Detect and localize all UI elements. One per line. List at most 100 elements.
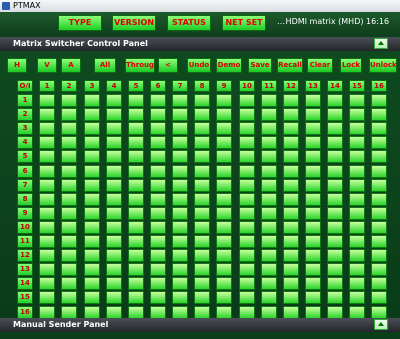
matrix-crosspoint-cell[interactable]: [349, 193, 365, 206]
matrix-crosspoint-cell[interactable]: [371, 263, 387, 276]
matrix-crosspoint-cell[interactable]: [305, 150, 321, 163]
matrix-crosspoint-cell[interactable]: [371, 221, 387, 234]
matrix-crosspoint-cell[interactable]: [349, 136, 365, 149]
matrix-crosspoint-cell[interactable]: [150, 235, 166, 248]
matrix-crosspoint-cell[interactable]: [39, 277, 55, 290]
function-button-v[interactable]: V: [37, 58, 57, 73]
matrix-crosspoint-cell[interactable]: [172, 207, 188, 220]
matrix-crosspoint-cell[interactable]: [128, 221, 144, 234]
matrix-crosspoint-cell[interactable]: [150, 165, 166, 178]
matrix-crosspoint-cell[interactable]: [106, 193, 122, 206]
matrix-crosspoint-cell[interactable]: [371, 235, 387, 248]
matrix-crosspoint-cell[interactable]: [106, 263, 122, 276]
matrix-crosspoint-cell[interactable]: [39, 263, 55, 276]
matrix-crosspoint-cell[interactable]: [61, 94, 77, 107]
matrix-crosspoint-cell[interactable]: [327, 263, 343, 276]
matrix-crosspoint-cell[interactable]: [150, 221, 166, 234]
input-column-header[interactable]: 2: [61, 80, 77, 92]
matrix-crosspoint-cell[interactable]: [216, 221, 232, 234]
matrix-crosspoint-cell[interactable]: [106, 150, 122, 163]
matrix-crosspoint-cell[interactable]: [172, 122, 188, 135]
matrix-crosspoint-cell[interactable]: [349, 277, 365, 290]
matrix-crosspoint-cell[interactable]: [305, 221, 321, 234]
matrix-crosspoint-cell[interactable]: [61, 165, 77, 178]
matrix-crosspoint-cell[interactable]: [172, 249, 188, 262]
matrix-crosspoint-cell[interactable]: [305, 193, 321, 206]
matrix-crosspoint-cell[interactable]: [349, 221, 365, 234]
input-column-header[interactable]: 1: [39, 80, 55, 92]
function-button-through[interactable]: Through: [125, 58, 155, 73]
matrix-crosspoint-cell[interactable]: [305, 179, 321, 192]
matrix-crosspoint-cell[interactable]: [239, 277, 255, 290]
matrix-crosspoint-cell[interactable]: [128, 207, 144, 220]
function-button-h[interactable]: H: [7, 58, 27, 73]
matrix-crosspoint-cell[interactable]: [239, 165, 255, 178]
input-column-header[interactable]: 10: [239, 80, 255, 92]
matrix-crosspoint-cell[interactable]: [61, 235, 77, 248]
matrix-crosspoint-cell[interactable]: [106, 291, 122, 304]
matrix-crosspoint-cell[interactable]: [305, 249, 321, 262]
matrix-crosspoint-cell[interactable]: [239, 291, 255, 304]
matrix-crosspoint-cell[interactable]: [84, 150, 100, 163]
matrix-crosspoint-cell[interactable]: [84, 136, 100, 149]
matrix-crosspoint-cell[interactable]: [283, 165, 299, 178]
matrix-crosspoint-cell[interactable]: [216, 165, 232, 178]
collapse-up-icon[interactable]: [374, 319, 388, 330]
matrix-crosspoint-cell[interactable]: [283, 235, 299, 248]
matrix-crosspoint-cell[interactable]: [371, 136, 387, 149]
matrix-crosspoint-cell[interactable]: [106, 277, 122, 290]
matrix-crosspoint-cell[interactable]: [327, 136, 343, 149]
matrix-crosspoint-cell[interactable]: [172, 221, 188, 234]
matrix-crosspoint-cell[interactable]: [305, 94, 321, 107]
matrix-crosspoint-cell[interactable]: [239, 136, 255, 149]
matrix-crosspoint-cell[interactable]: [39, 122, 55, 135]
matrix-crosspoint-cell[interactable]: [150, 263, 166, 276]
tab-net-set[interactable]: NET SET: [222, 15, 266, 31]
matrix-crosspoint-cell[interactable]: [261, 207, 277, 220]
matrix-crosspoint-cell[interactable]: [327, 122, 343, 135]
matrix-crosspoint-cell[interactable]: [61, 179, 77, 192]
matrix-crosspoint-cell[interactable]: [84, 193, 100, 206]
matrix-crosspoint-cell[interactable]: [150, 94, 166, 107]
matrix-crosspoint-cell[interactable]: [39, 235, 55, 248]
matrix-crosspoint-cell[interactable]: [283, 249, 299, 262]
matrix-crosspoint-cell[interactable]: [327, 150, 343, 163]
matrix-crosspoint-cell[interactable]: [261, 249, 277, 262]
matrix-crosspoint-cell[interactable]: [150, 277, 166, 290]
matrix-crosspoint-cell[interactable]: [305, 235, 321, 248]
matrix-crosspoint-cell[interactable]: [283, 193, 299, 206]
matrix-crosspoint-cell[interactable]: [84, 108, 100, 121]
matrix-crosspoint-cell[interactable]: [283, 122, 299, 135]
matrix-crosspoint-cell[interactable]: [84, 249, 100, 262]
matrix-crosspoint-cell[interactable]: [39, 291, 55, 304]
matrix-crosspoint-cell[interactable]: [61, 249, 77, 262]
matrix-crosspoint-cell[interactable]: [128, 122, 144, 135]
matrix-crosspoint-cell[interactable]: [349, 165, 365, 178]
output-row-header[interactable]: 4: [17, 136, 33, 149]
matrix-crosspoint-cell[interactable]: [239, 193, 255, 206]
matrix-crosspoint-cell[interactable]: [216, 136, 232, 149]
input-column-header[interactable]: 9: [216, 80, 232, 92]
matrix-crosspoint-cell[interactable]: [84, 235, 100, 248]
matrix-crosspoint-cell[interactable]: [239, 179, 255, 192]
matrix-crosspoint-cell[interactable]: [39, 221, 55, 234]
matrix-crosspoint-cell[interactable]: [128, 291, 144, 304]
matrix-crosspoint-cell[interactable]: [261, 150, 277, 163]
matrix-crosspoint-cell[interactable]: [216, 277, 232, 290]
matrix-crosspoint-cell[interactable]: [349, 150, 365, 163]
matrix-crosspoint-cell[interactable]: [327, 249, 343, 262]
matrix-crosspoint-cell[interactable]: [172, 136, 188, 149]
function-button-all[interactable]: All: [94, 58, 116, 73]
matrix-crosspoint-cell[interactable]: [61, 221, 77, 234]
matrix-crosspoint-cell[interactable]: [84, 207, 100, 220]
matrix-crosspoint-cell[interactable]: [39, 108, 55, 121]
matrix-crosspoint-cell[interactable]: [150, 193, 166, 206]
function-button-a[interactable]: A: [61, 58, 81, 73]
output-row-header[interactable]: 2: [17, 108, 33, 121]
matrix-crosspoint-cell[interactable]: [172, 263, 188, 276]
matrix-crosspoint-cell[interactable]: [371, 249, 387, 262]
matrix-crosspoint-cell[interactable]: [150, 249, 166, 262]
input-column-header[interactable]: 4: [106, 80, 122, 92]
matrix-crosspoint-cell[interactable]: [150, 179, 166, 192]
matrix-crosspoint-cell[interactable]: [194, 179, 210, 192]
